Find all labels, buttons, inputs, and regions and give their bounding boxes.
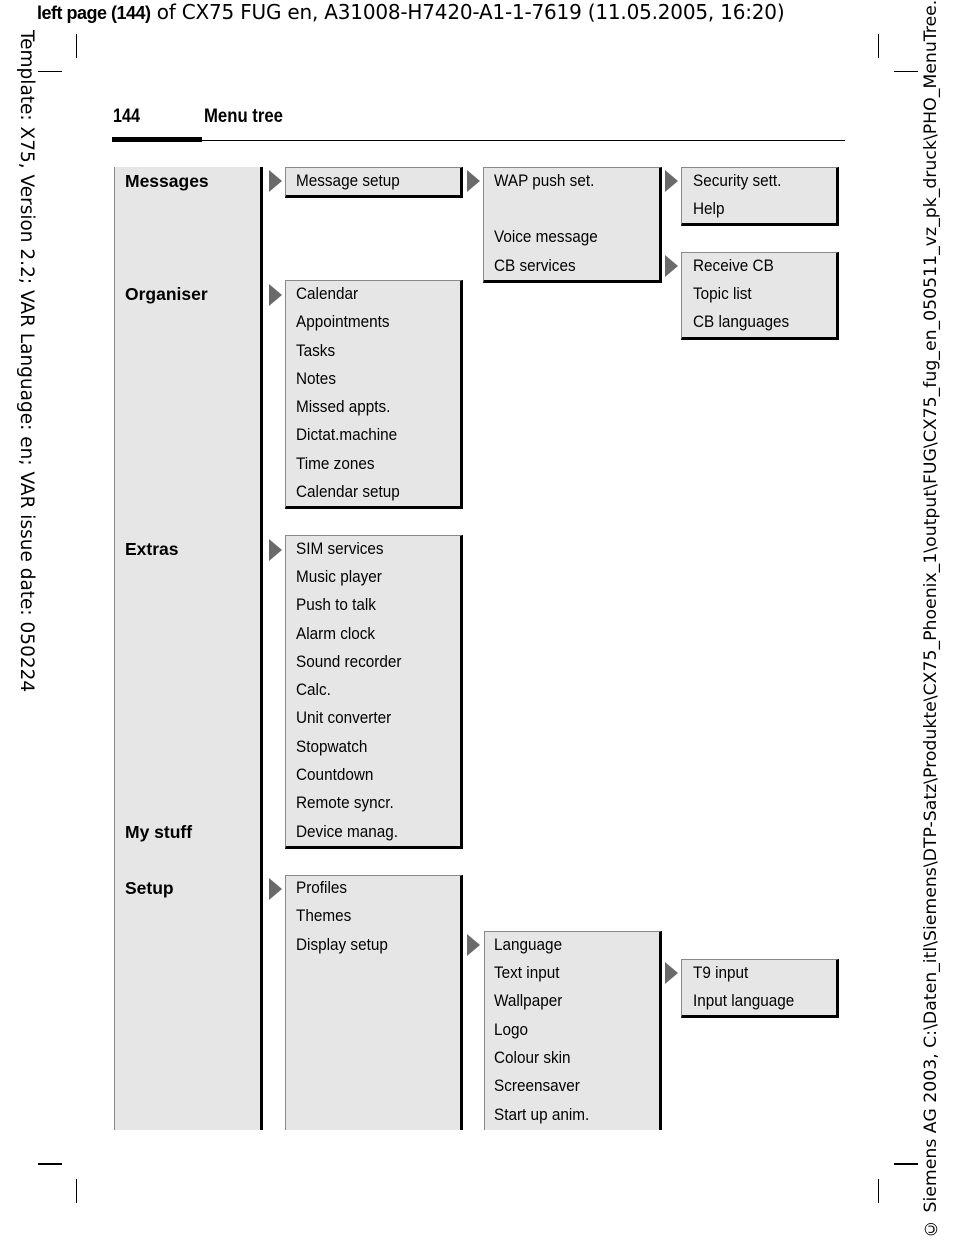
main-menu-setup[interactable]: Setup	[125, 878, 174, 898]
menu-item-t9-input[interactable]: T9 input	[693, 963, 748, 983]
right-triangle-icon	[269, 878, 282, 900]
menu-item-notes[interactable]: Notes	[296, 369, 336, 389]
menu-item-unit-converter[interactable]: Unit converter	[296, 708, 391, 728]
menu-item-colour-skin[interactable]: Colour skin	[494, 1048, 571, 1068]
menu-item-display-setup[interactable]: Display setup	[296, 935, 388, 955]
print-header-line: left page (144) of CX75 FUG en, A31008-H…	[37, 0, 785, 25]
crop-mark	[894, 1163, 918, 1165]
menu-item-message-setup[interactable]: Message setup	[296, 171, 400, 191]
crop-mark	[878, 34, 879, 58]
menu-item-stopwatch[interactable]: Stopwatch	[296, 737, 367, 757]
main-menu-column	[114, 167, 262, 1130]
menu-item-device-manag[interactable]: Device manag.	[296, 822, 398, 842]
menu-item-security-sett[interactable]: Security sett.	[693, 171, 781, 191]
menu-item-themes[interactable]: Themes	[296, 906, 351, 926]
menu-item-help[interactable]: Help	[693, 199, 724, 219]
menu-item-alarm-clock[interactable]: Alarm clock	[296, 624, 375, 644]
menu-item-profiles[interactable]: Profiles	[296, 878, 347, 898]
menu-item-push-to-talk[interactable]: Push to talk	[296, 595, 376, 615]
right-triangle-icon	[665, 962, 678, 984]
page-number: 144	[113, 106, 140, 127]
file-path-info: © Siemens AG 2003, C:\Daten_itl\Siemens\…	[921, 0, 941, 1238]
menu-item-remote-syncr[interactable]: Remote syncr.	[296, 793, 394, 813]
menu-item-screensaver[interactable]: Screensaver	[494, 1076, 580, 1096]
menu-item-wap-push-set[interactable]: WAP push set.	[494, 171, 594, 191]
menu-item-cb-languages[interactable]: CB languages	[693, 312, 789, 332]
print-header-bold: left page (144)	[37, 3, 151, 23]
header-rule	[202, 140, 845, 141]
right-triangle-icon	[269, 539, 282, 561]
menu-item-dictat-machine[interactable]: Dictat.machine	[296, 425, 397, 445]
right-triangle-icon	[269, 170, 282, 192]
menu-item-missed-appts[interactable]: Missed appts.	[296, 397, 390, 417]
main-menu-column-rule	[260, 167, 263, 1130]
page-title: Menu tree	[204, 106, 283, 127]
menu-item-appointments[interactable]: Appointments	[296, 312, 390, 332]
menu-item-sound-recorder[interactable]: Sound recorder	[296, 652, 401, 672]
menu-item-calc[interactable]: Calc.	[296, 680, 331, 700]
menu-item-time-zones[interactable]: Time zones	[296, 454, 375, 474]
menu-item-voice-message[interactable]: Voice message	[494, 227, 598, 247]
crop-mark	[76, 34, 77, 58]
menu-item-logo[interactable]: Logo	[494, 1020, 528, 1040]
crop-mark	[38, 71, 62, 72]
template-info: Template: X75, Version 2.2; VAR Language…	[16, 30, 37, 693]
menu-item-cb-services[interactable]: CB services	[494, 256, 576, 276]
menu-item-calendar-setup[interactable]: Calendar setup	[296, 482, 400, 502]
crop-mark	[878, 1179, 879, 1203]
right-triangle-icon	[665, 170, 678, 192]
crop-mark	[76, 1179, 77, 1203]
menu-item-music-player[interactable]: Music player	[296, 567, 382, 587]
main-menu-extras[interactable]: Extras	[125, 539, 179, 559]
menu-item-language[interactable]: Language	[494, 935, 562, 955]
menu-item-start-up-anim[interactable]: Start up anim.	[494, 1105, 589, 1125]
menu-item-tasks[interactable]: Tasks	[296, 341, 335, 361]
menu-item-countdown[interactable]: Countdown	[296, 765, 373, 785]
menu-item-topic-list[interactable]: Topic list	[693, 284, 752, 304]
print-header-rest: of CX75 FUG en, A31008-H7420-A1-1-7619 (…	[150, 0, 785, 24]
main-menu-my-stuff[interactable]: My stuff	[125, 822, 192, 842]
menu-item-receive-cb[interactable]: Receive CB	[693, 256, 774, 276]
header-rule-thick	[112, 137, 202, 142]
right-triangle-icon	[665, 255, 678, 277]
right-triangle-icon	[269, 284, 282, 306]
crop-mark	[38, 1163, 62, 1165]
menu-item-wallpaper[interactable]: Wallpaper	[494, 991, 562, 1011]
menu-item-text-input[interactable]: Text input	[494, 963, 559, 983]
menu-item-input-language[interactable]: Input language	[693, 991, 794, 1011]
crop-mark	[894, 71, 918, 72]
menu-item-calendar[interactable]: Calendar	[296, 284, 358, 304]
main-menu-messages[interactable]: Messages	[125, 171, 209, 191]
right-triangle-icon	[467, 934, 480, 956]
menu-item-sim-services[interactable]: SIM services	[296, 539, 384, 559]
main-menu-organiser[interactable]: Organiser	[125, 284, 208, 304]
right-triangle-icon	[467, 170, 480, 192]
